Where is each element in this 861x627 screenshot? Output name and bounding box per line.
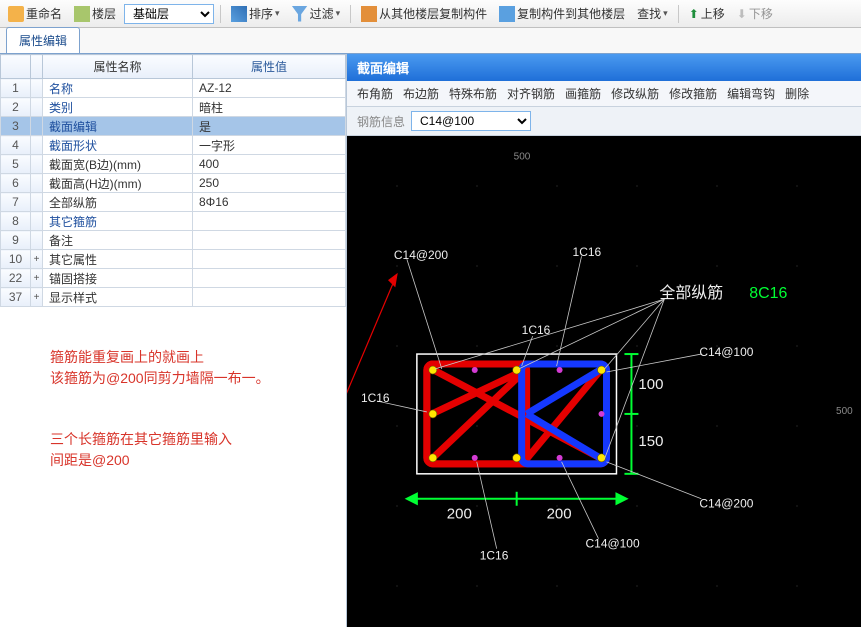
svg-text:C14@100: C14@100 [586,537,640,551]
svg-text:150: 150 [638,433,663,450]
section-tab[interactable]: 特殊布筋 [449,85,497,102]
section-tab[interactable]: 布角筋 [357,85,393,102]
table-row[interactable]: 1名称AZ-12 [1,79,346,98]
table-row[interactable]: 37+显示样式 [1,288,346,307]
svg-text:100: 100 [638,376,663,393]
section-tabs: 布角筋布边筋特殊布筋对齐钢筋画箍筋修改纵筋修改箍筋编辑弯钩删除 [347,81,861,107]
grid-label: 500 [836,406,853,417]
annotation-text: 箍筋能重复画上的就画上 该箍筋为@200同剪力墙隔一布一。 三个长箍筋在其它箍筋… [0,307,346,471]
section-canvas[interactable]: 500 500 [347,136,861,627]
svg-text:C14@200: C14@200 [699,497,753,511]
svg-text:8C16: 8C16 [749,285,787,302]
table-row[interactable]: 2类别暗柱 [1,98,346,117]
col-index [1,55,31,79]
tab-strip: 属性编辑 [0,28,861,54]
section-tab[interactable]: 对齐钢筋 [507,85,555,102]
svg-text:1C16: 1C16 [361,391,390,405]
table-row[interactable]: 8其它箍筋 [1,212,346,231]
rebar-info-select[interactable]: C14@100 [411,111,531,131]
grid-label: 500 [514,151,531,162]
svg-text:全部纵筋: 全部纵筋 [659,284,723,302]
filter-icon [292,6,308,22]
svg-text:C14@200: C14@200 [394,248,448,262]
section-tab[interactable]: 修改纵筋 [611,85,659,102]
table-row[interactable]: 6截面高(H边)(mm)250 [1,174,346,193]
section-panel: 截面编辑 布角筋布边筋特殊布筋对齐钢筋画箍筋修改纵筋修改箍筋编辑弯钩删除 钢筋信… [346,54,861,627]
section-tab[interactable]: 修改箍筋 [669,85,717,102]
property-table: 属性名称 属性值 1名称AZ-122类别暗柱3截面编辑是4截面形状一字形5截面宽… [0,54,346,307]
rebar-info-label: 钢筋信息 [357,113,405,130]
svg-text:1C16: 1C16 [522,323,551,337]
arrow-up-icon: ⬆ [689,7,699,21]
copy-to-button[interactable]: 复制构件到其他楼层 [495,3,629,24]
table-row[interactable]: 9备注 [1,231,346,250]
movedown-button[interactable]: ⬇下移 [733,3,777,24]
property-panel: 属性名称 属性值 1名称AZ-122类别暗柱3截面编辑是4截面形状一字形5截面宽… [0,54,346,627]
sort-button[interactable]: 排序▾ [227,3,284,24]
main-toolbar: 重命名 楼层 基础层 排序▾ 过滤▾ 从其他楼层复制构件 复制构件到其他楼层 查… [0,0,861,28]
section-title: 截面编辑 [347,54,861,81]
tab-property-edit[interactable]: 属性编辑 [6,27,80,53]
layers-icon [74,6,90,22]
sort-icon [231,6,247,22]
table-row[interactable]: 5截面宽(B边)(mm)400 [1,155,346,174]
table-row[interactable]: 7全部纵筋8Φ16 [1,193,346,212]
svg-text:1C16: 1C16 [573,245,602,259]
filter-button[interactable]: 过滤▾ [288,3,345,24]
section-tab[interactable]: 画箍筋 [565,85,601,102]
table-row[interactable]: 10+其它属性 [1,250,346,269]
rename-button[interactable]: 重命名 [4,3,66,24]
svg-text:200: 200 [547,506,572,523]
note-arrow [347,274,397,404]
section-tab[interactable]: 删除 [785,85,809,102]
arrow-down-icon: ⬇ [737,7,747,21]
section-tab[interactable]: 布边筋 [403,85,439,102]
svg-text:C14@100: C14@100 [699,345,753,359]
copy-to-icon [499,6,515,22]
svg-text:1C16: 1C16 [480,549,509,563]
col-name: 属性名称 [43,55,193,79]
col-value: 属性值 [193,55,346,79]
copy-from-button[interactable]: 从其他楼层复制构件 [357,3,491,24]
floor-label: 楼层 [70,3,120,24]
table-row[interactable]: 3截面编辑是 [1,117,346,136]
section-tab[interactable]: 编辑弯钩 [727,85,775,102]
table-row[interactable]: 4截面形状一字形 [1,136,346,155]
table-row[interactable]: 22+锚固搭接 [1,269,346,288]
copy-from-icon [361,6,377,22]
floor-select[interactable]: 基础层 [124,4,214,24]
tag-icon [8,6,24,22]
svg-text:200: 200 [447,506,472,523]
moveup-button[interactable]: ⬆上移 [685,3,729,24]
find-button[interactable]: 查找▾ [633,3,672,24]
